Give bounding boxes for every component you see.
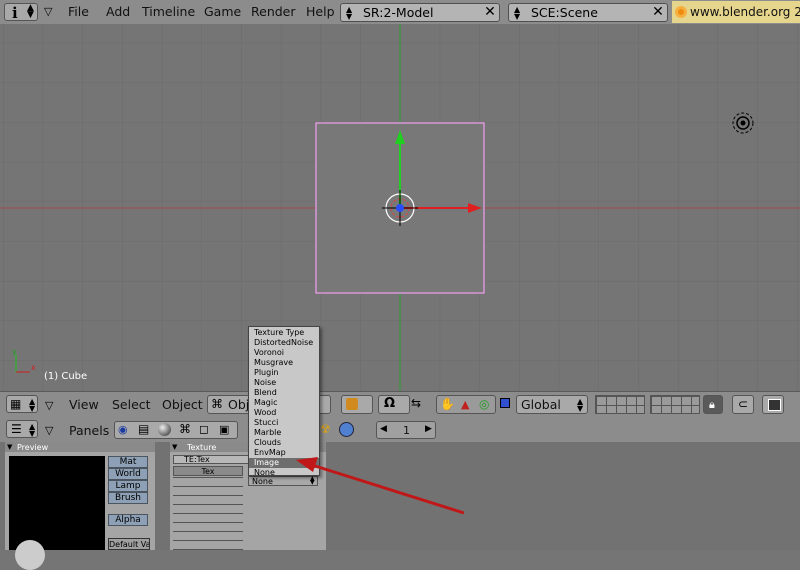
annotation-arrow-head	[296, 457, 318, 472]
annotation-arrow-shaft	[311, 463, 465, 515]
annotation-arrow	[296, 457, 465, 515]
